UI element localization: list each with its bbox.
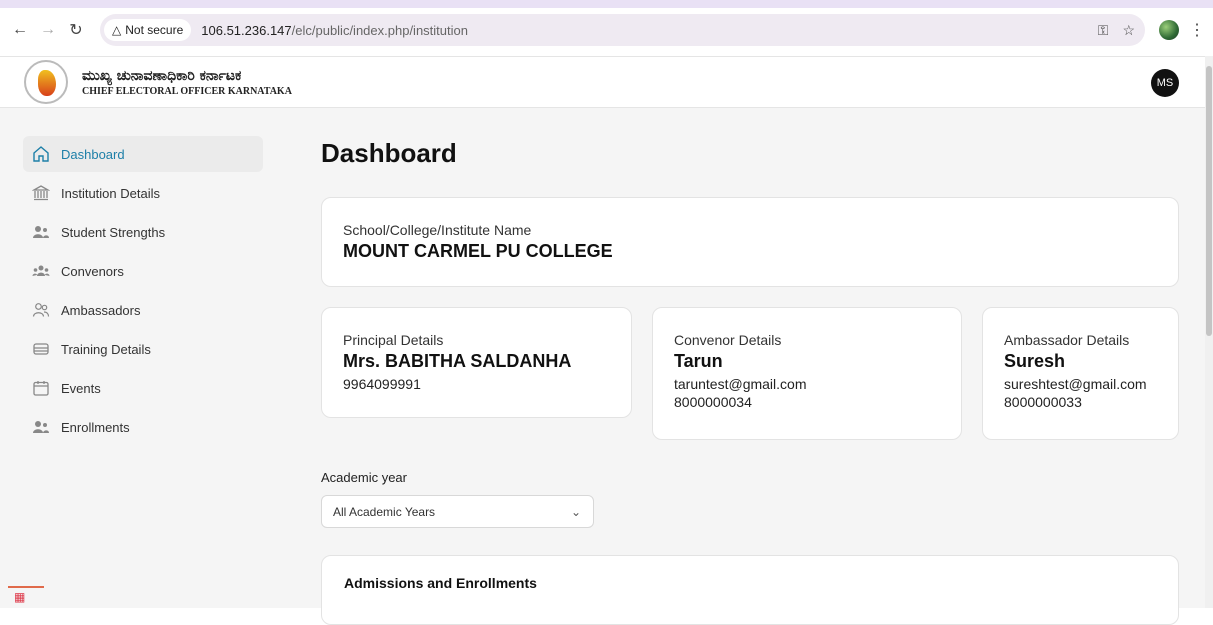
sidebar-item-label: Ambassadors xyxy=(61,302,141,318)
browser-menu-icon[interactable]: ⋮ xyxy=(1189,20,1205,40)
security-label: Not secure xyxy=(125,23,184,37)
sidebar-item-training-details[interactable]: Training Details xyxy=(23,331,263,367)
omnibox-icons: ⚿ ☆ xyxy=(1098,22,1135,39)
forward-arrow-icon[interactable]: → xyxy=(36,18,60,42)
page-title: Dashboard xyxy=(321,138,457,168)
calendar-icon xyxy=(31,378,51,398)
institution-name: MOUNT CARMEL PU COLLEGE xyxy=(343,241,613,261)
institution-label: School/College/Institute Name xyxy=(343,222,532,238)
security-indicator[interactable]: △ Not secure xyxy=(104,19,192,41)
ambassador-name: Suresh xyxy=(1004,351,1066,371)
brand-english: CHIEF ELECTORAL OFFICER KARNATAKA xyxy=(82,85,292,97)
sidebar-item-label: Training Details xyxy=(61,341,151,357)
key-icon[interactable]: ⚿ xyxy=(1098,22,1109,39)
convenor-phone: 8000000034 xyxy=(674,394,752,410)
profile-avatar-icon[interactable] xyxy=(1159,20,1179,40)
sidebar-item-label: Events xyxy=(61,380,101,396)
card-icon xyxy=(31,339,51,359)
users-icon xyxy=(31,222,51,242)
convenor-name: Tarun xyxy=(674,351,723,371)
sidebar-item-label: Enrollments xyxy=(61,419,130,435)
convenor-label: Convenor Details xyxy=(674,332,782,348)
brand-kannada: ಮುಖ್ಯ ಚುನಾವಣಾಧಿಕಾರಿ ಕರ್ನಾಟಕ xyxy=(82,67,242,84)
sidebar-item-enrollments[interactable]: Enrollments xyxy=(23,409,263,445)
admissions-card: Admissions and Enrollments xyxy=(321,555,1179,625)
convenor-card: Convenor Details Tarun taruntest@gmail.c… xyxy=(652,307,962,440)
admissions-title: Admissions and Enrollments xyxy=(344,575,537,591)
sidebar-item-label: Institution Details xyxy=(61,185,160,201)
star-icon[interactable]: ☆ xyxy=(1122,22,1135,39)
institution-icon xyxy=(31,183,51,203)
browser-toolbar: ← → ↻ △ Not secure 106.51.236.147/elc/pu… xyxy=(0,0,1213,56)
ambassador-email: sureshtest@gmail.com xyxy=(1004,376,1147,392)
users-icon xyxy=(31,417,51,437)
main-content: Dashboard School/College/Institute Name … xyxy=(290,108,1213,625)
browser-nav-row: ← → ↻ △ Not secure 106.51.236.147/elc/pu… xyxy=(0,8,1213,52)
ambassador-card: Ambassador Details Suresh sureshtest@gma… xyxy=(982,307,1179,440)
group-icon xyxy=(31,261,51,281)
home-icon xyxy=(31,144,51,164)
scrollbar-thumb[interactable] xyxy=(1206,66,1212,336)
sidebar-item-dashboard[interactable]: Dashboard xyxy=(23,136,263,172)
principal-label: Principal Details xyxy=(343,332,444,348)
ambassador-phone: 8000000033 xyxy=(1004,394,1082,410)
institution-card: School/College/Institute Name MOUNT CARM… xyxy=(321,197,1179,287)
ceo-karnataka-logo[interactable] xyxy=(22,58,70,106)
url-path: /elc/public/index.php/institution xyxy=(291,22,468,38)
reload-icon[interactable]: ↻ xyxy=(64,18,88,42)
ambassador-label: Ambassador Details xyxy=(1004,332,1130,348)
page-scrollbar[interactable] xyxy=(1205,56,1213,608)
back-arrow-icon[interactable]: ← xyxy=(8,18,32,42)
warning-triangle-icon: △ xyxy=(112,23,122,37)
sidebar-item-label: Convenors xyxy=(61,263,124,279)
principal-card: Principal Details Mrs. BABITHA SALDANHA … xyxy=(321,307,632,418)
widget-icon[interactable]: ▦ xyxy=(8,586,44,608)
sidebar: Dashboard Institution Details Student St… xyxy=(0,108,290,608)
url-host: 106.51.236.147 xyxy=(201,22,292,38)
sidebar-item-convenors[interactable]: Convenors xyxy=(23,253,263,289)
academic-year-select[interactable]: All Academic Years ⌄ xyxy=(321,495,594,528)
sidebar-item-ambassadors[interactable]: Ambassadors xyxy=(23,292,263,328)
sidebar-item-label: Student Strengths xyxy=(61,224,166,240)
convenor-email: taruntest@gmail.com xyxy=(674,376,807,392)
principal-name: Mrs. BABITHA SALDANHA xyxy=(343,351,572,371)
sidebar-item-student-strengths[interactable]: Student Strengths xyxy=(23,214,263,250)
brand-text: ಮುಖ್ಯ ಚುನಾವಣಾಧಿಕಾರಿ ಕರ್ನಾಟಕ CHIEF ELECTO… xyxy=(82,68,292,97)
academic-year-label: Academic year xyxy=(321,470,407,485)
people-outline-icon xyxy=(31,300,51,320)
sidebar-item-institution-details[interactable]: Institution Details xyxy=(23,175,263,211)
sidebar-item-label: Dashboard xyxy=(61,146,125,162)
sidebar-item-events[interactable]: Events xyxy=(23,370,263,406)
chevron-down-icon: ⌄ xyxy=(570,505,581,519)
tab-strip xyxy=(0,0,1213,8)
user-avatar[interactable]: MS xyxy=(1151,69,1179,97)
app-header: ಮುಖ್ಯ ಚುನಾವಣಾಧಿಕಾರಿ ಕರ್ನಾಟಕ CHIEF ELECTO… xyxy=(0,56,1213,108)
principal-phone: 9964099991 xyxy=(343,376,421,392)
academic-year-value: All Academic Years xyxy=(333,504,436,519)
address-bar[interactable]: △ Not secure 106.51.236.147/elc/public/i… xyxy=(100,14,1145,46)
